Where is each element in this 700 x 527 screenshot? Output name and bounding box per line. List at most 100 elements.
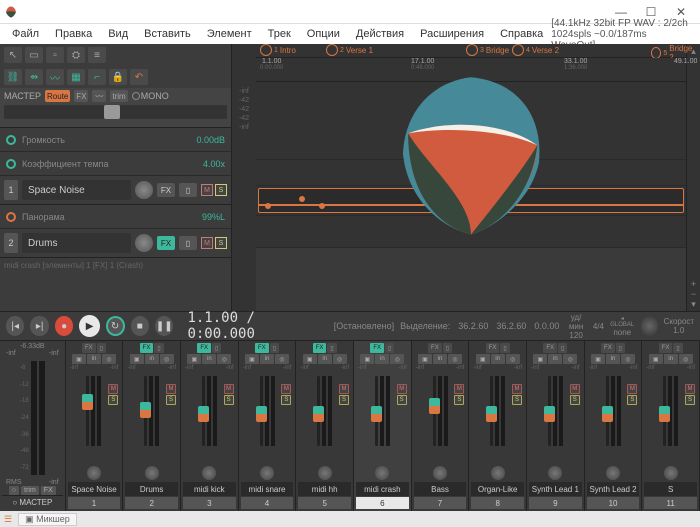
tool-arrow-icon[interactable]: ↖ xyxy=(4,47,22,63)
mixer-channel[interactable]: FX▯ ▣in◎ -inf-inf MS Bass 7 xyxy=(412,341,470,511)
ch-route[interactable]: ◎ xyxy=(160,354,174,364)
ch-in-label[interactable]: in xyxy=(87,354,101,364)
pan-knob[interactable] xyxy=(135,234,153,252)
ch-fx-bypass[interactable]: ▯ xyxy=(616,343,625,353)
mixer-channel[interactable]: FX▯ ▣in◎ -inf-inf MS Synth Lead 2 10 xyxy=(585,341,643,511)
play-button[interactable]: ▶ xyxy=(79,315,99,337)
tool-open-icon[interactable]: ▭ xyxy=(25,47,43,63)
solo-button[interactable]: S xyxy=(215,184,227,196)
mixer-channel[interactable]: FX▯ ▣in◎ -inf-inf MS midi kick 3 xyxy=(181,341,239,511)
ch-pan-knob[interactable] xyxy=(433,466,447,480)
mixer-channel[interactable]: FX▯ ▣in◎ -inf-inf MS Space Noise 1 xyxy=(66,341,124,511)
rate-knob[interactable] xyxy=(641,316,658,336)
timesig-display[interactable]: 4/4 xyxy=(593,322,604,331)
ch-mute[interactable]: M xyxy=(108,384,118,394)
ch-number[interactable]: 4 xyxy=(241,497,294,509)
snap-icon[interactable]: ⌐ xyxy=(88,69,106,85)
ch-solo[interactable]: S xyxy=(224,395,234,405)
ch-pan-knob[interactable] xyxy=(548,466,562,480)
ch-route[interactable]: ◎ xyxy=(506,354,520,364)
ch-fx-bypass[interactable]: ▯ xyxy=(385,343,394,353)
ch-fx-button[interactable]: FX xyxy=(197,343,211,353)
master-mono-button[interactable]: ○ xyxy=(9,486,19,495)
trim-button[interactable]: trim xyxy=(110,90,127,102)
solo-button[interactable]: S xyxy=(215,237,227,249)
ch-pan-knob[interactable] xyxy=(202,466,216,480)
mute-button[interactable]: M xyxy=(201,184,213,196)
ch-mute[interactable]: M xyxy=(166,384,176,394)
ch-fx-button[interactable]: FX xyxy=(601,343,615,353)
ch-in[interactable]: ▣ xyxy=(245,354,259,364)
ch-fx-button[interactable]: FX xyxy=(255,343,269,353)
route-button[interactable]: Route xyxy=(45,90,70,102)
ch-fx-button[interactable]: FX xyxy=(543,343,557,353)
ch-fader[interactable] xyxy=(202,376,205,446)
ch-fx-bypass[interactable]: ▯ xyxy=(270,343,279,353)
menu-трек[interactable]: Трек xyxy=(260,26,299,42)
ch-in-label[interactable]: in xyxy=(491,354,505,364)
ch-pan-knob[interactable] xyxy=(491,466,505,480)
ch-in[interactable]: ▣ xyxy=(649,354,663,364)
ch-in-label[interactable]: in xyxy=(375,354,389,364)
record-button[interactable]: ● xyxy=(55,316,73,336)
ch-solo[interactable]: S xyxy=(685,395,695,405)
ch-number[interactable]: 2 xyxy=(125,497,178,509)
master-fx-button[interactable]: FX xyxy=(41,486,56,495)
marker[interactable]: 4 Verse 2 xyxy=(512,44,559,56)
ch-mute[interactable]: M xyxy=(454,384,464,394)
zoom-in-icon[interactable]: + xyxy=(689,279,699,289)
ch-number[interactable]: 6 xyxy=(356,497,409,509)
ch-number[interactable]: 10 xyxy=(587,497,640,509)
menu-элемент[interactable]: Элемент xyxy=(199,26,260,42)
ch-name[interactable]: Synth Lead 1 xyxy=(529,482,582,496)
ch-fader[interactable] xyxy=(433,376,436,446)
mixer-channel[interactable]: FX▯ ▣in◎ -inf-inf MS Synth Lead 1 9 xyxy=(527,341,585,511)
ch-name[interactable]: midi hh xyxy=(298,482,351,496)
ch-solo[interactable]: S xyxy=(570,395,580,405)
ch-solo[interactable]: S xyxy=(397,395,407,405)
ch-fx-bypass[interactable]: ▯ xyxy=(327,343,336,353)
ch-number[interactable]: 9 xyxy=(529,497,582,509)
ch-fx-bypass[interactable]: ▯ xyxy=(558,343,567,353)
ch-in[interactable]: ▣ xyxy=(418,354,432,364)
ch-in[interactable]: ▣ xyxy=(130,354,144,364)
link-icon[interactable]: ⛓ xyxy=(4,69,22,85)
status-tab-mixer[interactable]: ▣ Микшер xyxy=(18,513,77,526)
ch-in[interactable]: ▣ xyxy=(303,354,317,364)
param-volume[interactable]: Громкость0.00dB xyxy=(0,128,231,152)
env-button[interactable]: 〰 xyxy=(92,90,106,102)
ch-in[interactable]: ▣ xyxy=(360,354,374,364)
ch-fx-button[interactable]: FX xyxy=(370,343,384,353)
ch-route[interactable]: ◎ xyxy=(333,354,347,364)
ch-pan-knob[interactable] xyxy=(260,466,274,480)
ch-solo[interactable]: S xyxy=(627,395,637,405)
mixer-channel[interactable]: FX▯ ▣in◎ -inf-inf MS Drums 2 xyxy=(123,341,181,511)
ch-in-label[interactable]: in xyxy=(318,354,332,364)
ch-number[interactable]: 8 xyxy=(471,497,524,509)
bpm-display[interactable]: уд/мин120 xyxy=(565,313,586,340)
tool-save-icon[interactable]: ▫ xyxy=(46,47,64,63)
ch-route[interactable]: ◎ xyxy=(102,354,116,364)
ch-number[interactable]: 5 xyxy=(298,497,351,509)
menu-вставить[interactable]: Вставить xyxy=(136,26,199,42)
ch-fader[interactable] xyxy=(663,376,666,446)
ch-in[interactable]: ▣ xyxy=(187,354,201,364)
ch-mute[interactable]: M xyxy=(512,384,522,394)
ch-in-label[interactable]: in xyxy=(664,354,678,364)
vertical-scrollbar[interactable]: ▴ + − ▾ xyxy=(686,44,700,311)
mixer-channel[interactable]: FX▯ ▣in◎ -inf-inf MS Organ-Like 8 xyxy=(469,341,527,511)
ch-fx-button[interactable]: FX xyxy=(313,343,327,353)
ch-fx-bypass[interactable]: ▯ xyxy=(212,343,221,353)
master-fx-button[interactable]: FX xyxy=(74,90,88,102)
ch-fader[interactable] xyxy=(317,376,320,446)
ch-fader[interactable] xyxy=(375,376,378,446)
ch-solo[interactable]: S xyxy=(454,395,464,405)
ch-name[interactable]: S xyxy=(644,482,697,496)
ch-name[interactable]: midi snare xyxy=(241,482,294,496)
menu-файл[interactable]: Файл xyxy=(4,26,47,42)
ch-in[interactable]: ▣ xyxy=(533,354,547,364)
ch-fader[interactable] xyxy=(86,376,89,446)
param-pan[interactable]: Панорама99%L xyxy=(0,205,231,229)
marker[interactable]: 1 Intro xyxy=(260,44,296,56)
ch-fader[interactable] xyxy=(606,376,609,446)
